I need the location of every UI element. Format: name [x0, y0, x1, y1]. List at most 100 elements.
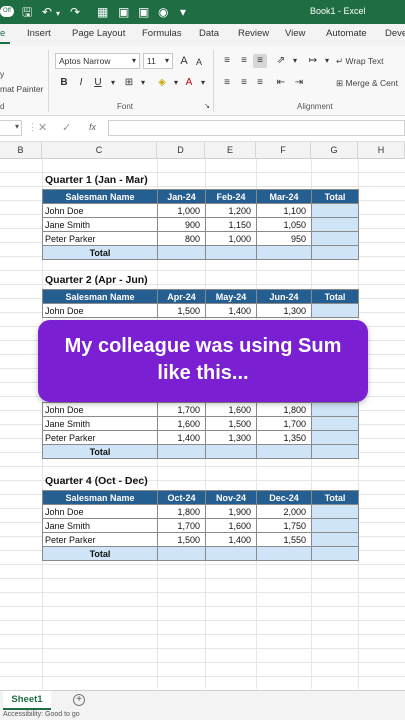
text-direction-icon[interactable]: ↦ — [306, 54, 320, 68]
font-size-select[interactable]: 11 ▾ — [143, 53, 173, 69]
tab-developer[interactable]: Deve — [385, 28, 405, 39]
total-cell[interactable] — [311, 504, 359, 519]
align-middle-icon[interactable]: ≡ — [237, 54, 251, 68]
total-cell[interactable] — [256, 546, 312, 561]
salesman-cell[interactable]: John Doe — [42, 303, 158, 318]
header-cell[interactable]: Total — [311, 289, 359, 304]
total-cell[interactable] — [311, 203, 359, 218]
fill-color-dropdown-icon[interactable]: ▾ — [169, 76, 183, 90]
image-icon[interactable]: ▣ — [138, 5, 149, 19]
salesman-cell[interactable]: John Doe — [42, 504, 158, 519]
borders-dropdown-icon[interactable]: ▾ — [136, 76, 150, 90]
value-cell[interactable]: 800 — [157, 231, 206, 246]
italic-button[interactable]: I — [74, 76, 88, 90]
autosave-toggle[interactable]: Off — [0, 6, 14, 17]
value-cell[interactable]: 1,600 — [205, 518, 257, 533]
align-right-icon[interactable]: ≡ — [253, 76, 267, 90]
header-cell[interactable]: Oct-24 — [157, 490, 206, 505]
value-cell[interactable]: 1,000 — [157, 203, 206, 218]
header-cell[interactable]: Mar-24 — [256, 189, 312, 204]
value-cell[interactable]: 1,050 — [256, 217, 312, 232]
column-header-b[interactable]: B — [0, 142, 42, 159]
value-cell[interactable]: 1,600 — [157, 416, 206, 431]
salesman-cell[interactable]: John Doe — [42, 203, 158, 218]
add-sheet-icon[interactable]: + — [73, 694, 85, 706]
value-cell[interactable]: 1,700 — [157, 402, 206, 417]
value-cell[interactable]: 1,000 — [205, 231, 257, 246]
value-cell[interactable]: 1,200 — [205, 203, 257, 218]
tab-automate[interactable]: Automate — [326, 28, 367, 39]
column-header-e[interactable]: E — [205, 142, 256, 159]
total-cell[interactable] — [157, 444, 206, 459]
total-label[interactable]: Total — [42, 546, 158, 561]
font-dialog-launcher-icon[interactable]: ↘ — [200, 100, 214, 114]
save-icon[interactable]: 🖫 — [22, 5, 32, 19]
value-cell[interactable]: 1,600 — [205, 402, 257, 417]
column-header-g[interactable]: G — [311, 142, 358, 159]
enter-check-icon[interactable]: ✓ — [62, 121, 71, 134]
total-cell[interactable] — [311, 217, 359, 232]
total-cell[interactable] — [311, 430, 359, 445]
merge-center-button[interactable]: ⊞ Merge & Cent — [336, 78, 398, 89]
value-cell[interactable]: 1,500 — [205, 416, 257, 431]
cut-button-fragment[interactable]: y — [0, 69, 4, 79]
font-name-select[interactable]: Aptos Narrow ▾ — [55, 53, 140, 69]
borders-icon[interactable]: ▣ — [118, 5, 129, 19]
format-painter-button[interactable]: mat Painter — [0, 84, 43, 94]
align-center-icon[interactable]: ≡ — [237, 76, 251, 90]
header-cell[interactable]: Apr-24 — [157, 289, 206, 304]
formula-input[interactable] — [108, 120, 405, 136]
salesman-cell[interactable]: Peter Parker — [42, 430, 158, 445]
total-cell[interactable] — [311, 532, 359, 547]
header-cell[interactable]: Jun-24 — [256, 289, 312, 304]
total-cell[interactable] — [205, 546, 257, 561]
value-cell[interactable]: 1,700 — [256, 416, 312, 431]
font-color-dropdown-icon[interactable]: ▾ — [196, 76, 210, 90]
total-cell[interactable] — [311, 416, 359, 431]
total-cell[interactable] — [311, 231, 359, 246]
value-cell[interactable]: 1,300 — [205, 430, 257, 445]
value-cell[interactable]: 1,800 — [157, 504, 206, 519]
underline-button[interactable]: U — [91, 76, 105, 90]
value-cell[interactable]: 1,300 — [256, 303, 312, 318]
total-cell[interactable] — [311, 245, 359, 260]
header-cell[interactable]: Jan-24 — [157, 189, 206, 204]
camera-icon[interactable]: ◉ — [158, 5, 168, 19]
total-cell[interactable] — [311, 518, 359, 533]
value-cell[interactable]: 1,750 — [256, 518, 312, 533]
undo-dropdown-icon[interactable]: ▾ — [56, 7, 60, 21]
salesman-cell[interactable]: Peter Parker — [42, 532, 158, 547]
filter-grid-icon[interactable]: ▦ — [97, 5, 108, 19]
salesman-cell[interactable]: Jane Smith — [42, 416, 158, 431]
wrap-text-button[interactable]: ↵ Wrap Text — [336, 56, 383, 67]
insert-function-icon[interactable]: fx — [89, 122, 96, 132]
total-cell[interactable] — [256, 444, 312, 459]
borders-button-icon[interactable]: ⊞ — [122, 76, 136, 90]
sheet-tab-sheet1[interactable]: Sheet1 — [3, 691, 51, 710]
fill-color-icon[interactable]: ◈ — [155, 76, 169, 90]
decrease-indent-icon[interactable]: ⇤ — [274, 76, 288, 90]
tab-data[interactable]: Data — [199, 28, 219, 39]
text-direction-dropdown-icon[interactable]: ▾ — [320, 54, 334, 68]
total-cell[interactable] — [205, 245, 257, 260]
header-cell[interactable]: Feb-24 — [205, 189, 257, 204]
tab-formulas[interactable]: Formulas — [142, 28, 182, 39]
value-cell[interactable]: 1,700 — [157, 518, 206, 533]
cancel-icon[interactable]: ✕ — [38, 121, 47, 134]
column-header-c[interactable]: C — [42, 142, 157, 159]
column-header-h[interactable]: H — [358, 142, 405, 159]
font-color-icon[interactable]: A — [182, 76, 196, 90]
salesman-cell[interactable]: Jane Smith — [42, 217, 158, 232]
total-cell[interactable] — [311, 444, 359, 459]
value-cell[interactable]: 1,900 — [205, 504, 257, 519]
header-cell[interactable]: Total — [311, 490, 359, 505]
total-label[interactable]: Total — [42, 245, 158, 260]
total-cell[interactable] — [205, 444, 257, 459]
value-cell[interactable]: 1,400 — [157, 430, 206, 445]
total-cell[interactable] — [157, 245, 206, 260]
column-header-d[interactable]: D — [157, 142, 205, 159]
orientation-icon[interactable]: ⇗ — [274, 54, 288, 68]
value-cell[interactable]: 1,800 — [256, 402, 312, 417]
tab-review[interactable]: Review — [238, 28, 269, 39]
value-cell[interactable]: 1,400 — [205, 532, 257, 547]
